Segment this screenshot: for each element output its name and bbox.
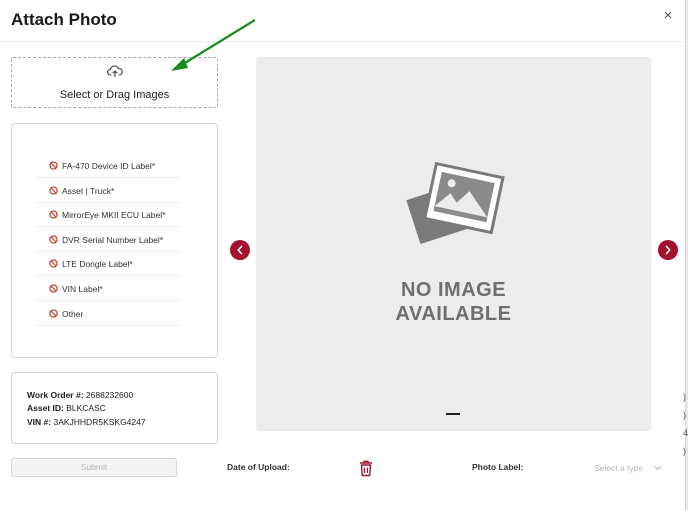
photo-label-text: Asset | Truck* — [62, 185, 115, 196]
photo-label-placeholder: Select a type — [594, 463, 644, 473]
attach-photo-dialog: Attach Photo × Select or Drag Images FA-… — [0, 0, 686, 510]
photo-label-label: Photo Label: — [472, 462, 524, 472]
ban-icon — [49, 284, 58, 293]
background-glyph: 4 — [683, 428, 688, 438]
chevron-right-icon — [665, 245, 671, 255]
photo-label-item[interactable]: FA-470 Device ID Label* — [37, 154, 179, 178]
asset-id-line: Asset ID: BLKCASC — [27, 403, 106, 413]
work-order-value: 2688232600 — [85, 390, 134, 400]
background-glyph: ) — [683, 392, 686, 402]
photo-label-item[interactable]: Other — [37, 302, 179, 326]
background-page-glyphs: ) ) 4 ) — [683, 388, 688, 460]
work-order-line: Work Order #: 2688232600 — [27, 390, 133, 400]
photo-label-text: Other — [62, 308, 84, 319]
photo-label-item[interactable]: DVR Serial Number Label* — [37, 228, 179, 252]
dialog-title: Attach Photo — [11, 10, 117, 29]
ban-icon — [49, 259, 58, 268]
vin-line: VIN #: 3AKJHHDR5KSKG4247 — [27, 417, 146, 427]
ban-icon — [49, 309, 58, 318]
close-button[interactable]: × — [660, 8, 676, 24]
work-order-info: Work Order #: 2688232600 Asset ID: BLKCA… — [11, 372, 218, 444]
vin-label: VIN #: — [27, 417, 52, 427]
photo-label-item[interactable]: VIN Label* — [37, 277, 179, 301]
chevron-left-icon — [237, 245, 243, 255]
previous-image-button[interactable] — [230, 240, 250, 260]
photo-label-item[interactable]: Asset | Truck* — [37, 179, 179, 203]
submit-button[interactable]: Submit — [11, 458, 177, 477]
header-divider — [0, 41, 686, 42]
trash-icon[interactable] — [358, 459, 374, 477]
carousel-indicator[interactable] — [446, 413, 460, 415]
photo-label-item[interactable]: LTE Dongle Label* — [37, 252, 179, 276]
photo-label-text: MirrorEye MKII ECU Label* — [62, 209, 166, 220]
asset-id-label: Asset ID: — [27, 403, 64, 413]
upload-label: Select or Drag Images — [59, 89, 170, 101]
chevron-down-icon — [654, 466, 662, 471]
vin-value: 3AKJHHDR5KSKG4247 — [53, 417, 146, 427]
no-image-line-1: NO IMAGE — [400, 279, 507, 301]
photo-label-text: FA-470 Device ID Label* — [62, 160, 156, 171]
no-image-icon — [406, 161, 505, 244]
photo-label-list: FA-470 Device ID Label* Asset | Truck* M… — [11, 123, 218, 358]
asset-id-value: BLKCASC — [66, 403, 106, 413]
ban-icon — [49, 210, 58, 219]
image-viewer: NO IMAGE AVAILABLE — [256, 57, 651, 431]
photo-label-text: VIN Label* — [62, 283, 103, 294]
background-glyph: ) — [683, 410, 686, 420]
photo-label-text: LTE Dongle Label* — [62, 258, 133, 269]
photo-label-item[interactable]: MirrorEye MKII ECU Label* — [37, 203, 179, 227]
work-order-label: Work Order #: — [27, 390, 84, 400]
ban-icon — [49, 161, 58, 170]
date-of-upload-label: Date of Upload: — [227, 462, 290, 472]
ban-icon — [49, 235, 58, 244]
photo-label-text: DVR Serial Number Label* — [62, 234, 164, 245]
photo-label-select[interactable]: Select a type — [594, 460, 670, 476]
no-image-placeholder: NO IMAGE AVAILABLE — [256, 278, 651, 326]
cloud-upload-icon — [107, 65, 123, 78]
ban-icon — [49, 186, 58, 195]
no-image-line-2: AVAILABLE — [395, 303, 512, 325]
annotation-arrow — [171, 19, 256, 71]
background-glyph: ) — [683, 446, 686, 456]
next-image-button[interactable] — [658, 240, 678, 260]
